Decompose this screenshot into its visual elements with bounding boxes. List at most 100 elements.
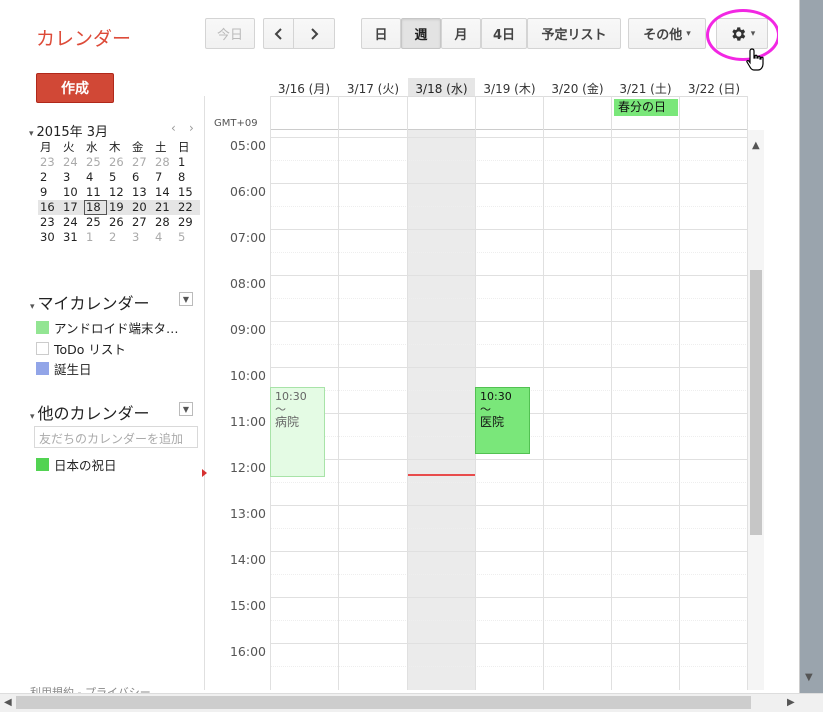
add-friend-calendar-input[interactable]: 友だちのカレンダーを追加 [34, 426, 198, 448]
mini-day[interactable]: 1 [176, 155, 199, 170]
mini-day[interactable]: 25 [84, 215, 107, 230]
all-day-event[interactable]: 春分の日 [614, 99, 678, 116]
calendar-event[interactable]: 10:30 ～ 医院 [475, 387, 530, 454]
day-header[interactable]: 3/16 (月) [270, 78, 338, 96]
calendar-event[interactable]: 10:30 ～ 病院 [270, 387, 325, 477]
mini-day[interactable]: 24 [61, 155, 84, 170]
hour-label: 07:00 [229, 230, 266, 245]
mini-day[interactable]: 9 [38, 185, 61, 200]
hour-label: 13:00 [229, 506, 266, 521]
mini-day[interactable]: 1 [84, 230, 107, 245]
calendar-item[interactable]: 日本の祝日 [36, 455, 117, 474]
dropdown-caret-icon: ▼ [182, 294, 190, 304]
mini-week-row: 2 3 4 5 6 7 8 [38, 170, 200, 185]
mini-day[interactable]: 25 [84, 155, 107, 170]
mini-day[interactable]: 30 [38, 230, 61, 245]
mini-day[interactable]: 22 [176, 200, 199, 215]
mini-day[interactable]: 6 [130, 170, 153, 185]
day-header[interactable]: 3/21 (土) [612, 78, 679, 96]
mini-day[interactable]: 17 [61, 200, 84, 215]
my-calendars-menu-button[interactable]: ▼ [179, 292, 193, 306]
view-4day-button[interactable]: 4日 [481, 18, 527, 49]
mini-day[interactable]: 24 [61, 215, 84, 230]
mini-day[interactable]: 27 [130, 155, 153, 170]
mini-day[interactable]: 29 [176, 215, 199, 230]
mini-day[interactable]: 5 [107, 170, 130, 185]
mini-day[interactable]: 28 [153, 215, 176, 230]
view-week-button[interactable]: 週 [401, 18, 441, 49]
mini-day[interactable]: 2 [38, 170, 61, 185]
mini-day[interactable]: 19 [107, 200, 130, 215]
hour-line [270, 367, 748, 368]
mini-day[interactable]: 23 [38, 215, 61, 230]
scroll-up-icon[interactable]: ▲ [752, 140, 760, 151]
half-hour-line [270, 298, 748, 299]
mini-day[interactable]: 2 [107, 230, 130, 245]
view-month-button[interactable]: 月 [441, 18, 481, 49]
scroll-left-icon[interactable]: ◀ [4, 697, 12, 708]
scroll-down-icon[interactable]: ▼ [805, 672, 813, 683]
mini-calendar-title[interactable]: ▾ 2015年 3月 [29, 121, 108, 140]
mini-day[interactable]: 3 [61, 170, 84, 185]
day-header[interactable]: 3/17 (火) [339, 78, 407, 96]
calendar-item[interactable]: アンドロイド端末タ… [36, 318, 179, 337]
mini-day[interactable]: 10 [61, 185, 84, 200]
mini-week-row: 23 24 25 26 27 28 29 [38, 215, 200, 230]
mini-week-row: 23 24 25 26 27 28 1 [38, 155, 200, 170]
hour-label: 08:00 [229, 276, 266, 291]
mini-day[interactable]: 7 [153, 170, 176, 185]
mini-day[interactable]: 13 [130, 185, 153, 200]
mini-day[interactable]: 20 [130, 200, 153, 215]
mini-day[interactable]: 12 [107, 185, 130, 200]
mini-day[interactable]: 26 [107, 155, 130, 170]
mini-day[interactable]: 16 [38, 200, 61, 215]
horizontal-scroll-thumb[interactable] [16, 696, 751, 709]
mini-day[interactable]: 28 [153, 155, 176, 170]
other-calendars-menu-button[interactable]: ▼ [179, 402, 193, 416]
mini-next-button[interactable]: › [189, 121, 194, 135]
hour-line [270, 275, 748, 276]
mini-day[interactable]: 15 [176, 185, 199, 200]
next-week-button[interactable] [293, 18, 335, 49]
my-calendars-header[interactable]: ▾ マイカレンダー [30, 290, 150, 314]
vertical-scroll-thumb[interactable] [750, 270, 762, 535]
other-calendars-header[interactable]: ▾ 他のカレンダー [30, 400, 150, 424]
calendar-item[interactable]: 誕生日 [36, 359, 92, 378]
prev-week-button[interactable] [263, 18, 293, 49]
weekday-label: 月 [40, 140, 52, 154]
scroll-right-icon[interactable]: ▶ [787, 697, 795, 708]
chevron-right-icon [311, 27, 319, 40]
mini-day-today[interactable]: 18 [84, 200, 107, 215]
current-time-marker [202, 469, 207, 477]
mini-day[interactable]: 11 [84, 185, 107, 200]
mini-day[interactable]: 14 [153, 185, 176, 200]
mini-day[interactable]: 21 [153, 200, 176, 215]
timezone-label: GMT+09 [214, 118, 258, 129]
day-header[interactable]: 3/22 (日) [680, 78, 748, 96]
day-header[interactable]: 3/20 (金) [544, 78, 611, 96]
hour-line [270, 459, 748, 460]
current-time-line [408, 474, 475, 476]
mini-day[interactable]: 8 [176, 170, 199, 185]
mini-day[interactable]: 4 [84, 170, 107, 185]
mini-day[interactable]: 26 [107, 215, 130, 230]
mini-day[interactable]: 31 [61, 230, 84, 245]
hour-label: 10:00 [229, 368, 266, 383]
more-button[interactable]: その他 ▾ [628, 18, 706, 49]
mini-prev-button[interactable]: ‹ [171, 121, 176, 135]
mini-day[interactable]: 5 [176, 230, 199, 245]
mini-day[interactable]: 27 [130, 215, 153, 230]
mini-day[interactable]: 3 [130, 230, 153, 245]
view-day-button[interactable]: 日 [361, 18, 401, 49]
today-button[interactable]: 今日 [205, 18, 255, 49]
mini-day[interactable]: 23 [38, 155, 61, 170]
create-button[interactable]: 作成 [36, 73, 114, 103]
mini-week-row: 30 31 1 2 3 4 5 [38, 230, 200, 245]
mini-day[interactable]: 4 [153, 230, 176, 245]
event-time: 10:30 ～ [480, 390, 512, 416]
view-agenda-button[interactable]: 予定リスト [527, 18, 621, 49]
calendar-item[interactable]: ToDo リスト [36, 339, 126, 358]
app-title[interactable]: カレンダー [36, 24, 131, 51]
day-header[interactable]: 3/19 (木) [476, 78, 543, 96]
day-header-today[interactable]: 3/18 (水) [408, 78, 475, 96]
